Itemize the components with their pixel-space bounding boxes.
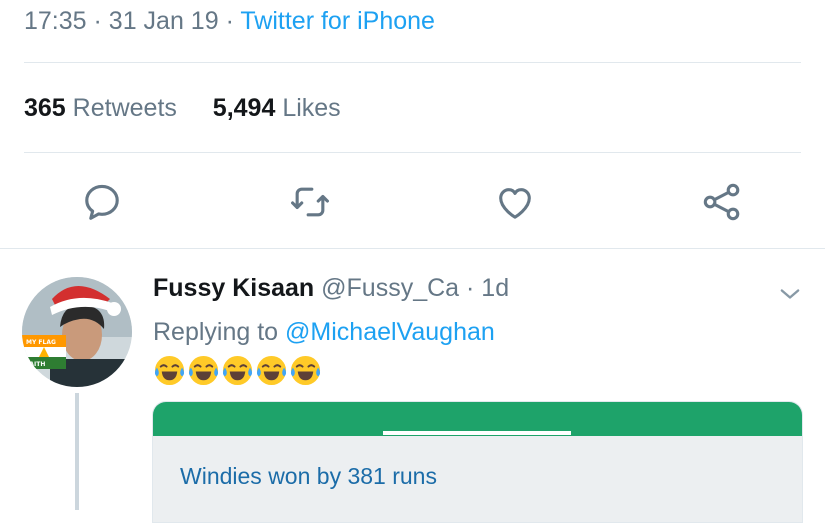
svg-text:MY FLAG: MY FLAG — [26, 339, 56, 346]
card-tab-bar — [153, 402, 802, 436]
divider — [0, 248, 825, 249]
active-tab-indicator — [383, 431, 571, 435]
reply-icon — [85, 184, 119, 220]
chevron-down-icon — [780, 289, 800, 299]
reply-display-name[interactable]: Fussy Kisaan — [153, 274, 314, 302]
attached-screenshot-card[interactable]: Windies won by 381 runs — [152, 401, 803, 523]
meta-separator: · — [225, 7, 234, 35]
meta-separator: · — [466, 274, 475, 302]
divider — [24, 62, 801, 63]
reply-text: 😂😂😂😂😂 — [153, 354, 322, 386]
match-result-text: Windies won by 381 runs — [180, 463, 437, 489]
reply-header: Fussy Kisaan @Fussy_Ca · 1d — [153, 272, 509, 304]
svg-text:FAITH: FAITH — [26, 361, 45, 368]
tweet-time: 17:35 — [24, 7, 87, 35]
heart-icon — [499, 188, 531, 219]
tears-of-joy-emoji-icon — [154, 355, 185, 386]
avatar[interactable]: MY FLAG FAITH — [22, 277, 132, 387]
mention-link[interactable]: @MichaelVaughan — [285, 318, 495, 346]
tears-of-joy-emoji-icon — [290, 355, 321, 386]
replying-to: Replying to @MichaelVaughan — [153, 316, 495, 348]
tweet-date: 31 Jan 19 — [108, 7, 219, 35]
like-label: Likes — [282, 94, 341, 122]
share-icon — [703, 183, 740, 221]
retweets-stat[interactable]: 365 Retweets — [24, 94, 184, 122]
tweet-source-link[interactable]: Twitter for iPhone — [240, 7, 435, 35]
reply-handle[interactable]: @Fussy_Ca — [321, 274, 459, 302]
reply-age: 1d — [481, 274, 510, 302]
retweet-button[interactable] — [288, 180, 332, 224]
retweet-count: 365 — [24, 94, 66, 122]
user-photo-image: MY FLAG FAITH — [22, 277, 132, 387]
tweet-menu-button[interactable] — [776, 280, 804, 308]
thread-line — [75, 393, 79, 510]
tears-of-joy-emoji-icon — [188, 355, 219, 386]
tweet-stats: 365 Retweets 5,494 Likes — [24, 93, 341, 123]
tweet-meta: 17:35 · 31 Jan 19 · Twitter for iPhone — [24, 6, 435, 36]
divider — [24, 152, 801, 153]
meta-separator: · — [93, 7, 102, 35]
reply-button[interactable] — [80, 180, 124, 224]
retweet-label: Retweets — [72, 94, 177, 122]
tears-of-joy-emoji-icon — [256, 355, 287, 386]
like-count: 5,494 — [212, 94, 276, 122]
retweet-icon — [291, 187, 329, 217]
like-button[interactable] — [493, 180, 537, 224]
replying-prefix: Replying to — [153, 318, 279, 346]
tears-of-joy-emoji-icon — [222, 355, 253, 386]
share-button[interactable] — [700, 180, 744, 224]
likes-stat[interactable]: 5,494 Likes — [206, 94, 341, 122]
